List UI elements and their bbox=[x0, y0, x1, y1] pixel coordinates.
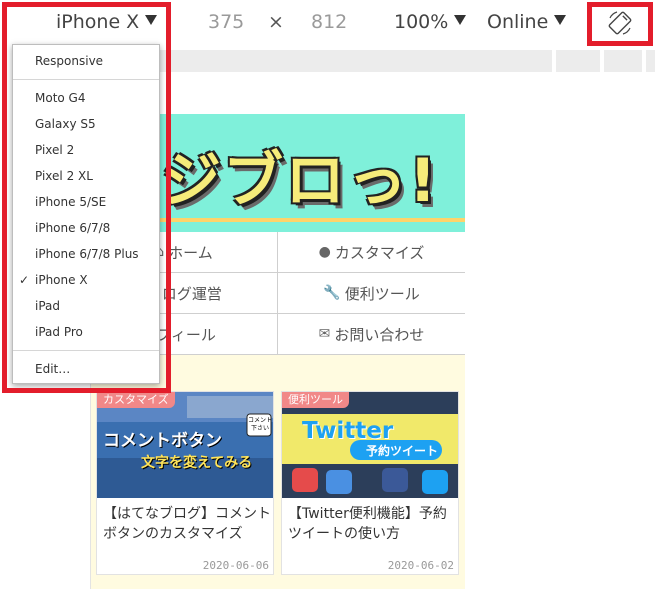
dropdown-arrow-icon bbox=[554, 14, 567, 25]
article-title[interactable]: 【Twitter便利機能】予約ツイートの使い方 bbox=[288, 504, 456, 544]
media-query-segment[interactable] bbox=[646, 50, 655, 72]
nav-item-label: カスタマイズ bbox=[334, 243, 425, 262]
category-tag[interactable]: 便利ツール bbox=[282, 392, 349, 408]
media-query-segment[interactable] bbox=[604, 50, 642, 72]
highlight-rotate-button bbox=[587, 2, 653, 46]
media-query-segment[interactable] bbox=[556, 50, 600, 72]
nav-item-contact[interactable]: ✉ お問い合わせ bbox=[278, 314, 465, 355]
thumbnail-balloon: コメント 下さい bbox=[247, 417, 272, 432]
height-input[interactable]: 812 bbox=[311, 10, 347, 34]
article-card[interactable]: Twitter 予約ツイート 便利ツール 【Twitter便利機能】予約ツイート… bbox=[281, 391, 459, 575]
wrench-icon: 🔧 bbox=[323, 285, 341, 301]
nav-item-label: お問い合わせ bbox=[334, 325, 425, 344]
article-date: 2020-06-06 bbox=[202, 559, 269, 572]
dropdown-arrow-icon bbox=[454, 14, 467, 25]
palette-icon: ● bbox=[318, 244, 331, 260]
article-card[interactable]: コメントボタン 文字を変えてみる コメント 下さい カスタマイズ 【はてなブログ… bbox=[96, 391, 274, 575]
category-tag[interactable]: カスタマイズ bbox=[97, 392, 175, 408]
thumbnail-headline: コメントボタン bbox=[103, 431, 222, 451]
nav-item-tools[interactable]: 🔧 便利ツール bbox=[278, 273, 465, 314]
nav-item-label: ホーム bbox=[168, 243, 213, 262]
blog-logo-text: ジブロっ! bbox=[161, 146, 439, 216]
article-title[interactable]: 【はてなブログ】コメントボタンのカスタマイズ bbox=[103, 504, 271, 544]
devtools-device-emulation: { "toolbar": { "device_label": "iPhone X… bbox=[0, 0, 655, 589]
nav-item-customize[interactable]: ● カスタマイズ bbox=[278, 232, 465, 273]
width-input[interactable]: 375 bbox=[208, 10, 244, 34]
thumbnail-headline: Twitter bbox=[302, 418, 394, 444]
mail-icon: ✉ bbox=[318, 326, 331, 342]
network-select-label: Online bbox=[487, 11, 549, 33]
dimension-separator: × bbox=[268, 11, 284, 33]
thumbnail-subheadline: 文字を変えてみる bbox=[141, 455, 253, 471]
nav-item-label: 便利ツール bbox=[344, 284, 420, 303]
media-query-segment[interactable] bbox=[160, 50, 552, 72]
article-thumbnail[interactable]: コメントボタン 文字を変えてみる コメント 下さい カスタマイズ bbox=[97, 392, 273, 498]
zoom-select-label: 100% bbox=[394, 11, 449, 33]
highlight-device-menu bbox=[2, 2, 171, 393]
network-throttle-select[interactable]: Online bbox=[487, 10, 567, 34]
thumbnail-subheadline: 予約ツイート bbox=[366, 444, 439, 458]
article-date: 2020-06-02 bbox=[387, 559, 454, 572]
zoom-select[interactable]: 100% bbox=[394, 10, 467, 34]
article-thumbnail[interactable]: Twitter 予約ツイート 便利ツール bbox=[282, 392, 458, 498]
